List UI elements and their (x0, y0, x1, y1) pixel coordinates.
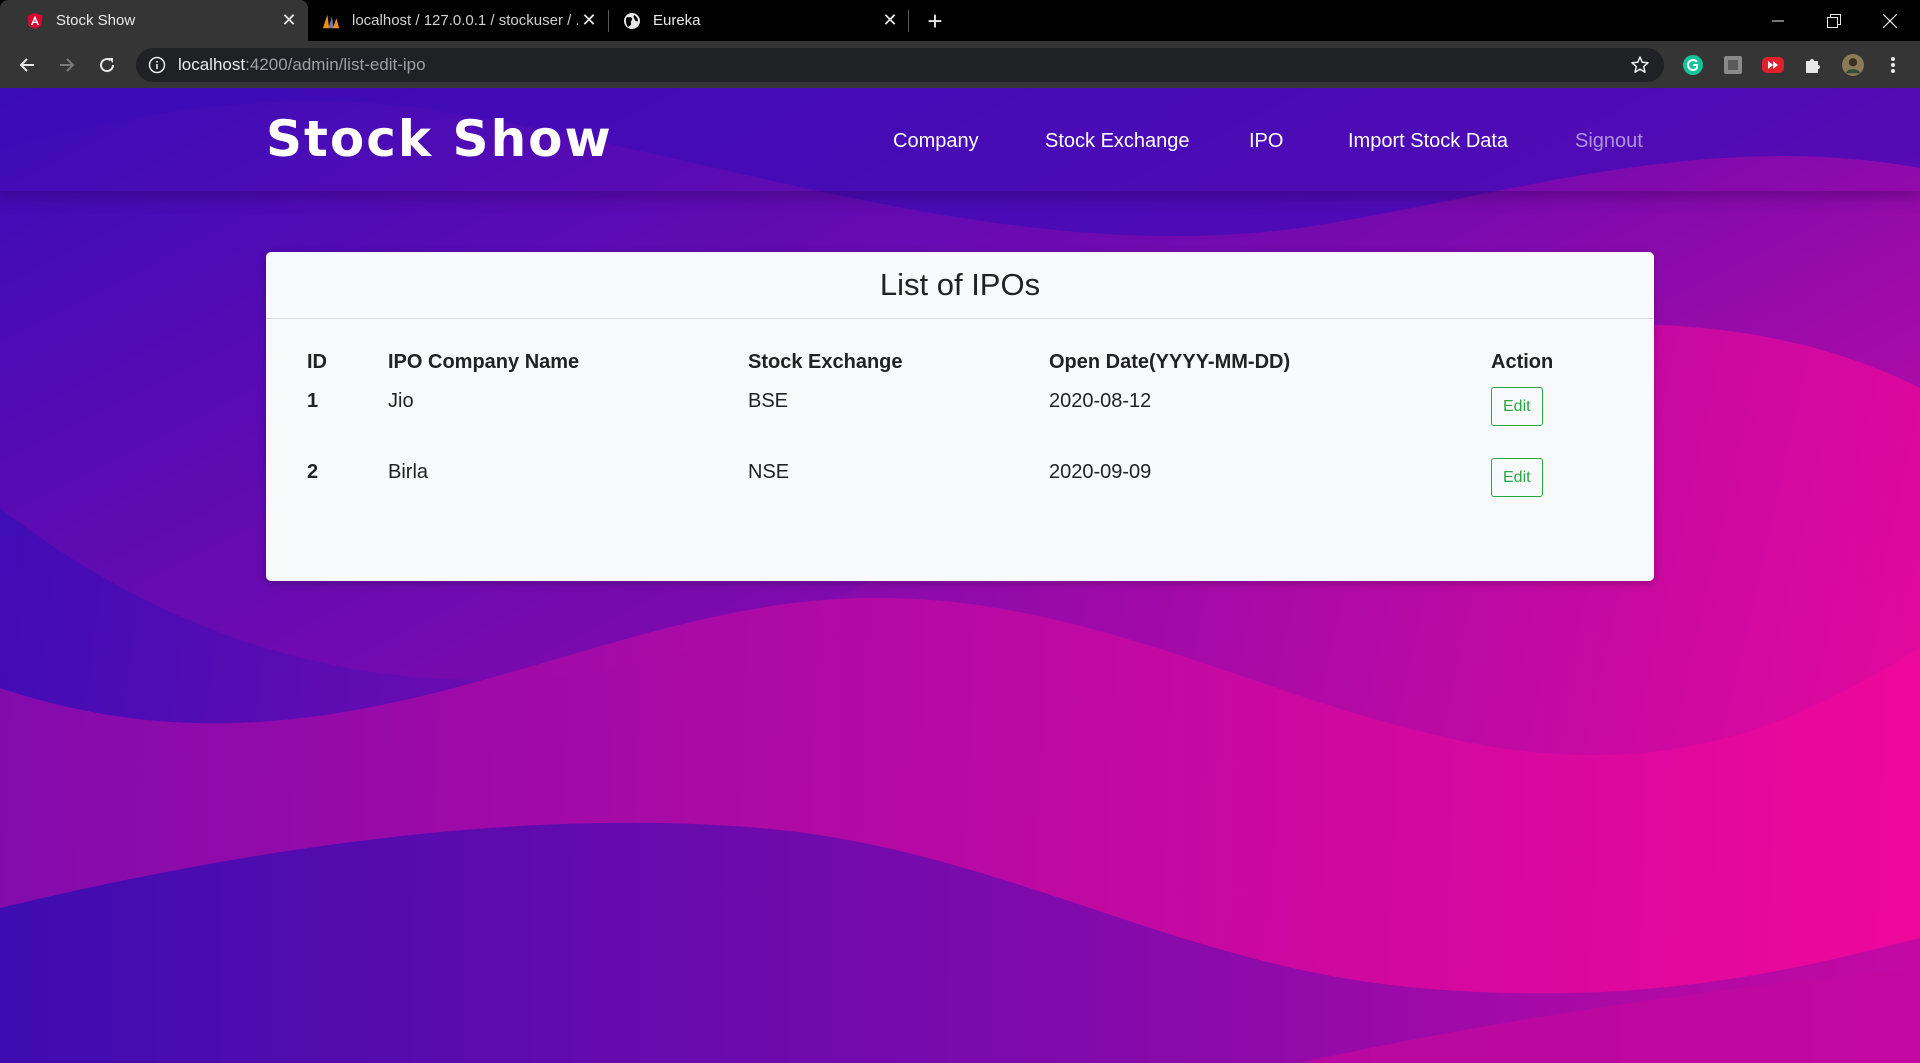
cell-exchange: BSE (748, 390, 789, 412)
phpmyadmin-icon (322, 12, 340, 30)
nav-stock-exchange[interactable]: Stock Exchange (1045, 130, 1190, 153)
extension-icon[interactable] (1722, 54, 1744, 76)
grammarly-extension-icon[interactable] (1682, 54, 1704, 76)
table-row: 1 Jio BSE 2020-08-12 Edit (307, 377, 1611, 445)
tab-title: Stock Show (56, 12, 136, 29)
column-header-company: IPO Company Name (388, 350, 580, 373)
browser-tab-bar: Stock Show ✕ localhost / 127.0.0.1 / sto… (0, 0, 1920, 41)
url-path: :4200/admin/list-edit-ipo (245, 55, 426, 74)
edit-button[interactable]: Edit (1491, 387, 1543, 426)
cell-action: Edit (1491, 445, 1611, 513)
puzzle-extensions-icon[interactable] (1802, 54, 1824, 76)
new-tab-icon[interactable]: + (920, 6, 950, 36)
close-tab-icon[interactable]: ✕ (879, 10, 901, 32)
cell-action: Edit (1491, 377, 1611, 445)
close-tab-icon[interactable]: ✕ (578, 10, 600, 32)
tab-separator (908, 10, 909, 32)
brand-logo[interactable]: Stock Show (266, 110, 613, 168)
browser-toolbar: localhost:4200/admin/list-edit-ipo (0, 41, 1920, 88)
site-header: Stock Show Company Stock Exchange IPO Im… (0, 88, 1920, 191)
edit-button[interactable]: Edit (1491, 458, 1543, 497)
cell-open-date: 2020-08-12 (1049, 390, 1152, 412)
tab-title: localhost / 127.0.0.1 / stockuser / ... (352, 12, 578, 29)
cell-company: Birla (388, 461, 429, 483)
nav-import-stock-data[interactable]: Import Stock Data (1348, 130, 1508, 153)
tab-stock-show[interactable]: Stock Show ✕ (0, 0, 308, 41)
tab-title: Eureka (653, 12, 701, 29)
cell-id: 2 (307, 461, 319, 483)
site-info-icon[interactable] (148, 56, 166, 74)
restore-icon[interactable] (1806, 0, 1862, 41)
nav-ipo[interactable]: IPO (1249, 130, 1283, 153)
card-title: List of IPOs (266, 252, 1654, 319)
angular-icon (26, 12, 44, 30)
column-header-action: Action (1491, 350, 1554, 373)
column-header-exchange: Stock Exchange (748, 350, 903, 373)
reload-icon[interactable] (93, 51, 121, 79)
close-tab-icon[interactable]: ✕ (278, 10, 300, 32)
ipo-table: ID IPO Company Name Stock Exchange Open … (307, 347, 1611, 513)
nav-company[interactable]: Company (893, 130, 979, 153)
column-header-open-date: Open Date(YYYY-MM-DD) (1049, 350, 1291, 373)
table-header-row: ID IPO Company Name Stock Exchange Open … (307, 347, 1611, 377)
close-window-icon[interactable] (1862, 0, 1918, 41)
url-text: localhost:4200/admin/list-edit-ipo (178, 48, 426, 82)
tab-eureka[interactable]: Eureka ✕ (609, 0, 909, 41)
table-row: 2 Birla NSE 2020-09-09 Edit (307, 445, 1611, 513)
profile-avatar-icon[interactable] (1842, 54, 1864, 76)
forward-arrow-icon[interactable] (53, 51, 81, 79)
page-viewport: Stock Show Company Stock Exchange IPO Im… (0, 88, 1920, 1063)
address-bar[interactable]: localhost:4200/admin/list-edit-ipo (136, 48, 1664, 82)
menu-dots-icon[interactable] (1882, 54, 1904, 76)
cell-id: 1 (307, 390, 319, 412)
cell-exchange: NSE (748, 461, 790, 483)
back-arrow-icon[interactable] (13, 51, 41, 79)
nav-signout[interactable]: Signout (1575, 130, 1643, 153)
minimize-icon[interactable] (1750, 0, 1806, 41)
youtube-extension-icon[interactable] (1762, 54, 1784, 76)
bookmark-star-icon[interactable] (1630, 55, 1650, 75)
ipo-list-card: List of IPOs ID IPO Company Name Stock E… (266, 252, 1654, 581)
cell-company: Jio (388, 390, 414, 412)
column-header-id: ID (307, 350, 327, 373)
tab-phpmyadmin[interactable]: localhost / 127.0.0.1 / stockuser / ... … (308, 0, 608, 41)
globe-icon (623, 12, 641, 30)
url-host: localhost (178, 55, 246, 74)
cell-open-date: 2020-09-09 (1049, 461, 1152, 483)
